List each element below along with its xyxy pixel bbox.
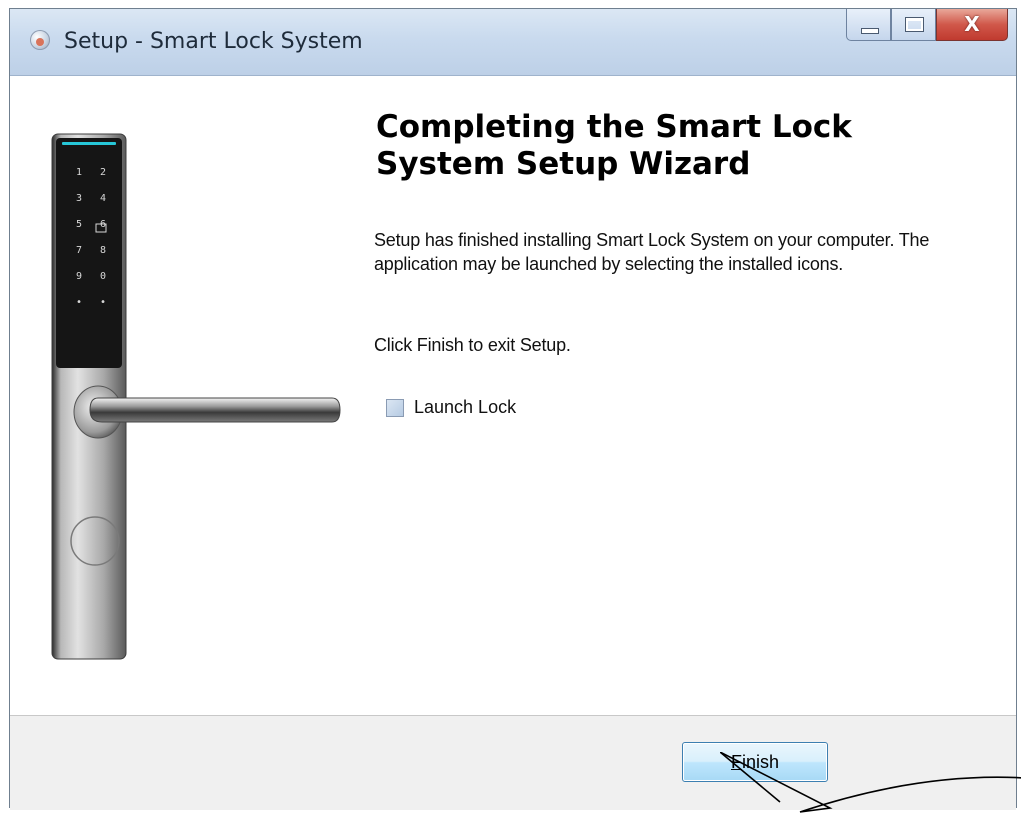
minimize-icon bbox=[861, 28, 879, 34]
close-button[interactable]: X bbox=[936, 9, 1008, 41]
keypad-digit: 4 bbox=[100, 193, 106, 204]
launch-lock-label[interactable]: Launch Lock bbox=[414, 397, 516, 418]
keypad-digit: 9 bbox=[76, 271, 82, 282]
finish-label: inish bbox=[741, 752, 780, 772]
maximize-button[interactable] bbox=[891, 9, 936, 41]
exit-instruction: Click Finish to exit Setup. bbox=[374, 335, 571, 355]
keypad-digit: 1 bbox=[76, 167, 82, 178]
finish-button[interactable]: Finish bbox=[682, 742, 828, 782]
launch-lock-checkbox[interactable] bbox=[386, 398, 404, 417]
finish-mnemonic: F bbox=[730, 752, 742, 772]
setup-app-icon bbox=[30, 30, 50, 50]
keypad-digit: 2 bbox=[100, 167, 106, 178]
finish-message: Setup has finished installing Smart Lock… bbox=[374, 230, 930, 274]
keypad-digit: • bbox=[100, 297, 106, 308]
keypad-digit: 8 bbox=[100, 245, 106, 256]
wizard-footer: Finish bbox=[10, 715, 1016, 810]
maximize-icon bbox=[905, 17, 924, 32]
title-bar[interactable]: Setup - Smart Lock System X bbox=[10, 9, 1016, 76]
keypad-digit: • bbox=[76, 297, 82, 308]
keypad-digit: 7 bbox=[76, 245, 82, 256]
keypad-digit: 5 bbox=[76, 219, 82, 230]
keypad-digit: 0 bbox=[100, 271, 106, 282]
minimize-button[interactable] bbox=[846, 9, 891, 41]
setup-window: Setup - Smart Lock System X 1 2 3 4 5 6 … bbox=[9, 8, 1017, 810]
wizard-side-image: 1 2 3 4 5 6 7 8 9 0 • • bbox=[10, 76, 360, 715]
keypad-digit: 3 bbox=[76, 193, 82, 204]
caption-buttons: X bbox=[846, 9, 1008, 47]
smart-lock-illustration: 1 2 3 4 5 6 7 8 9 0 • • bbox=[51, 133, 341, 660]
wizard-content: 1 2 3 4 5 6 7 8 9 0 • • Completing the S… bbox=[10, 76, 1016, 715]
window-title: Setup - Smart Lock System bbox=[64, 29, 363, 54]
launch-lock-option[interactable]: Launch Lock bbox=[386, 397, 516, 418]
close-icon: X bbox=[964, 12, 980, 36]
page-title: Completing the Smart Lock System Setup W… bbox=[376, 109, 852, 182]
